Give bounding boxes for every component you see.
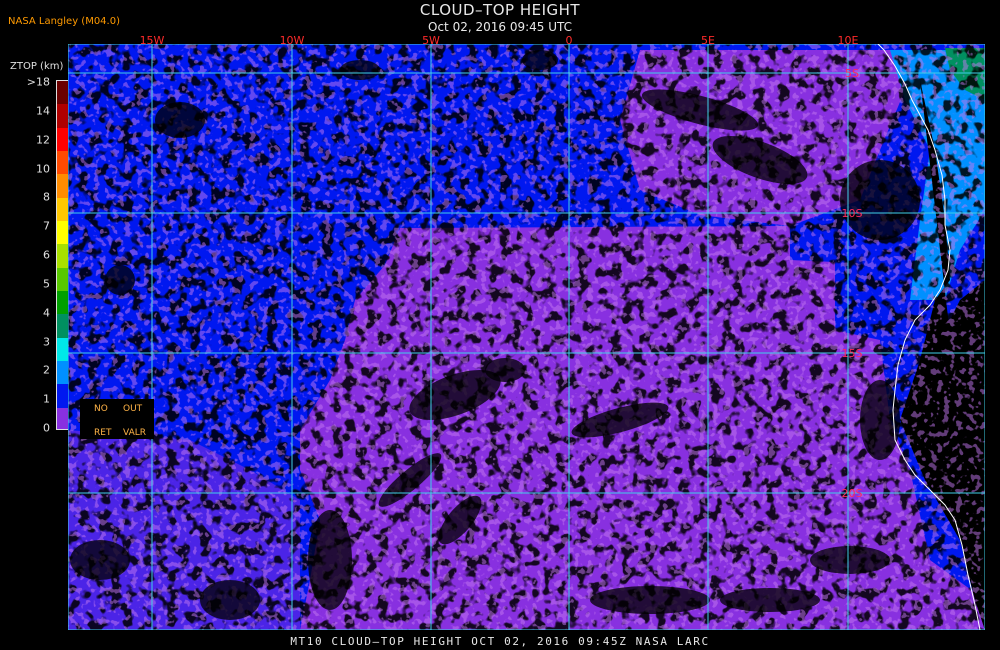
- no-retrieval-cluster: [155, 102, 205, 138]
- longitude-label: 5W: [422, 34, 440, 47]
- longitude-label: 15W: [140, 34, 165, 47]
- no-retrieval-cluster: [720, 588, 820, 612]
- latitude-label: 15S: [842, 347, 863, 360]
- no-retrieval-cluster: [200, 580, 260, 620]
- no-label: NO: [94, 404, 108, 414]
- cloud-speckle: [68, 44, 985, 630]
- ret-label: RET: [94, 428, 112, 438]
- valr-label: VALR: [123, 428, 147, 438]
- no-retrieval-cluster: [810, 546, 890, 574]
- no-retrieval-legend: NO RET OUT VALR: [80, 399, 154, 439]
- no-retrieval-cluster: [840, 160, 920, 240]
- longitude-label: 0: [566, 34, 573, 47]
- latitude-label: 5S: [845, 67, 859, 80]
- longitude-label: 5E: [701, 34, 715, 47]
- latitude-label: 20S: [842, 487, 863, 500]
- out-label: OUT: [123, 404, 143, 414]
- map-field: [68, 44, 985, 630]
- no-retrieval-cluster: [105, 265, 135, 295]
- no-retrieval-cluster: [590, 586, 710, 614]
- longitude-label: 10E: [838, 34, 859, 47]
- no-retrieval-cluster: [340, 60, 380, 80]
- bottom-caption: MT10 CLOUD–TOP HEIGHT OCT 02, 2016 09:45…: [290, 635, 710, 648]
- cloud-top-height-map: 15W 10W 5W 0 5E 10E 5S 10S 15S 20S: [68, 34, 985, 630]
- latitude-label: 10S: [842, 207, 863, 220]
- no-retrieval-cluster: [485, 358, 525, 382]
- longitude-label: 10W: [280, 34, 305, 47]
- no-retrieval-cluster: [522, 50, 558, 70]
- no-retrieval-cluster: [70, 540, 130, 580]
- no-retrieval-cluster: [308, 510, 352, 610]
